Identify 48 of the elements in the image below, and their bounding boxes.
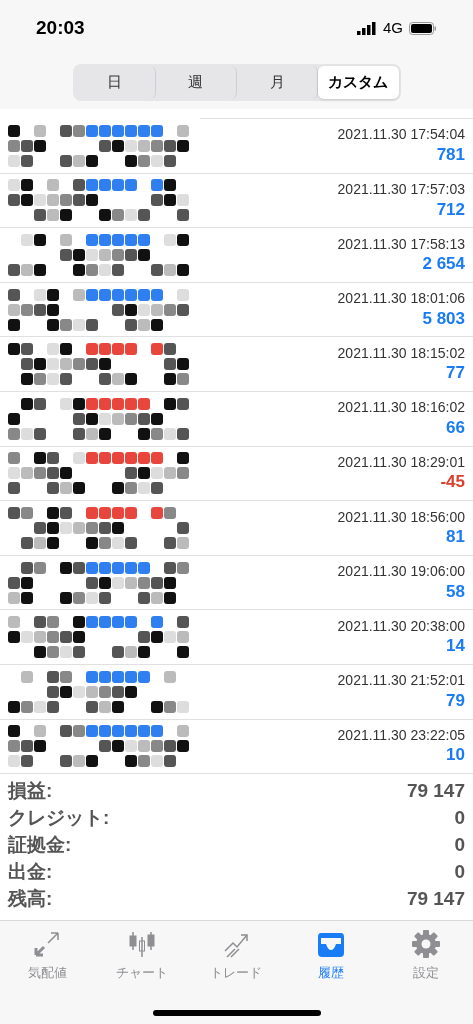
tab-bar-item[interactable]: 履歴 xyxy=(283,929,379,983)
signal-icon xyxy=(357,21,377,35)
trade-profit: 81 xyxy=(446,526,465,548)
trade-time: 2021.11.30 18:15:02 xyxy=(337,344,465,363)
settings-icon xyxy=(410,929,441,959)
battery-icon xyxy=(409,21,437,35)
tab-bar-item[interactable]: 設定 xyxy=(378,929,473,983)
tab-bar-item[interactable]: 気配値 xyxy=(0,929,95,983)
tab-bar-item[interactable]: チャート xyxy=(94,929,190,983)
trade-time: 2021.11.30 17:58:13 xyxy=(337,235,465,254)
trade-profit: 10 xyxy=(446,744,465,766)
trade-time: 2021.11.30 18:29:01 xyxy=(337,454,465,472)
summary-label: 証拠金: xyxy=(8,833,72,858)
trade-time: 2021.11.30 17:57:03 xyxy=(337,181,465,199)
trade-time: 2021.11.30 17:54:04 xyxy=(337,126,465,144)
trade-profit: 79 xyxy=(446,689,465,712)
trade-profit: 781 xyxy=(436,143,465,166)
summary-value: 0 xyxy=(454,806,465,831)
summary-label: 残高: xyxy=(8,887,53,912)
tab-bar-item[interactable]: トレード xyxy=(189,929,284,983)
trade-profit: 2 654 xyxy=(422,253,465,275)
trade-time: 2021.11.30 18:01:06 xyxy=(337,290,465,308)
segment-tab[interactable]: カスタム xyxy=(318,66,399,99)
summary-value: 79 147 xyxy=(406,779,465,804)
trade-time: 2021.11.30 18:56:00 xyxy=(337,508,465,527)
trade-profit: -45 xyxy=(440,471,465,493)
trade-profit: 712 xyxy=(436,198,465,220)
segment-tab[interactable]: 週 xyxy=(155,66,237,99)
summary-value: 0 xyxy=(454,833,465,858)
trade-profit: 14 xyxy=(446,635,465,657)
status-time: 20:03 xyxy=(36,15,85,40)
summary-value: 0 xyxy=(454,860,465,885)
trade-profit: 66 xyxy=(446,416,465,439)
trade-time: 2021.11.30 19:06:00 xyxy=(337,563,465,581)
summary-label: 出金: xyxy=(8,860,53,885)
trade-time: 2021.11.30 21:52:01 xyxy=(337,672,465,690)
summary-label: クレジット: xyxy=(8,806,110,831)
trade-profit: 77 xyxy=(446,362,465,384)
summary-label: 損益: xyxy=(8,779,53,804)
trade-profit: 5 803 xyxy=(422,307,465,329)
trade-time: 2021.11.30 18:16:02 xyxy=(337,399,465,417)
trade-time: 2021.11.30 20:38:00 xyxy=(337,617,465,636)
segment-tab[interactable]: 日 xyxy=(74,66,156,99)
trade-time: 2021.11.30 23:22:05 xyxy=(337,726,465,745)
trade-profit: 58 xyxy=(446,580,465,602)
network-label: 4G xyxy=(383,17,403,38)
candlestick-icon xyxy=(126,929,157,959)
summary-value: 79 147 xyxy=(406,887,465,912)
